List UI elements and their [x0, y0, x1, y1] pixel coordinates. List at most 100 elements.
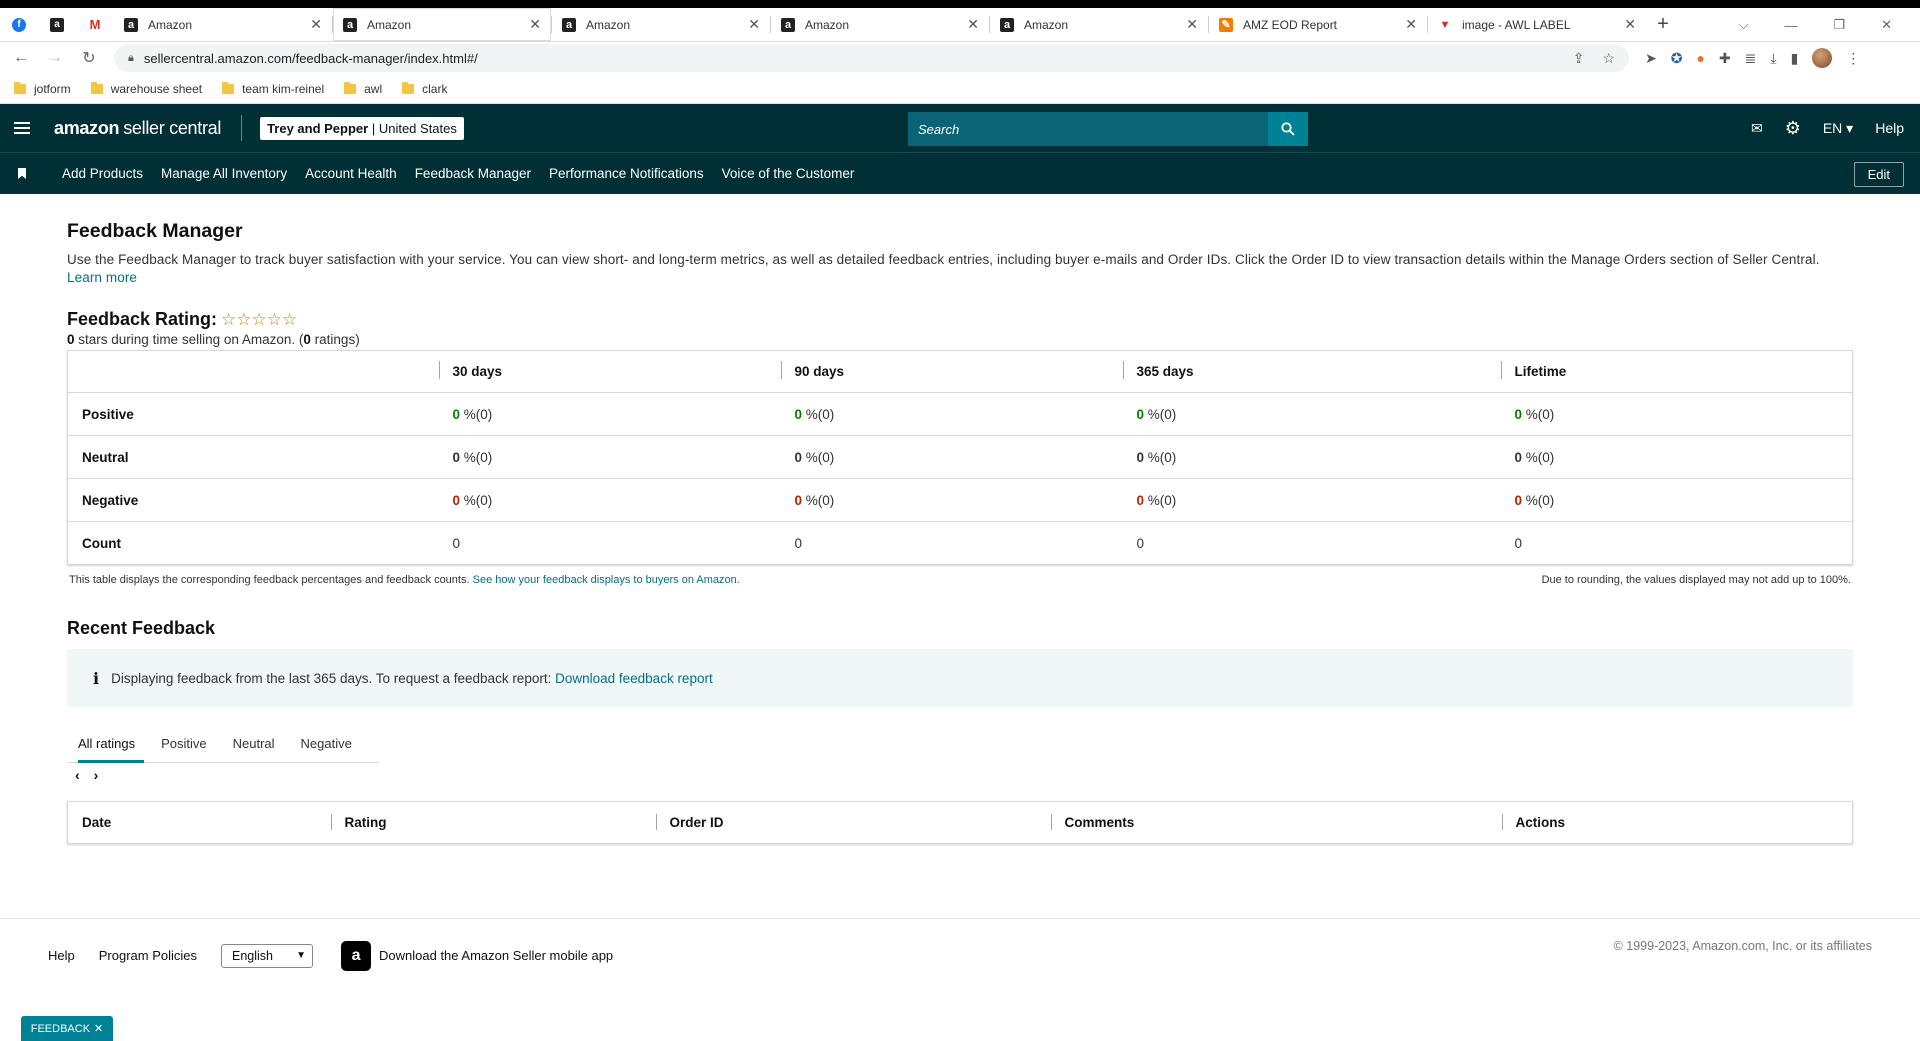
close-tab-icon[interactable]: ✕ — [310, 16, 322, 33]
restore-icon[interactable]: ❐ — [1833, 17, 1845, 33]
lock-icon: 🔒︎ — [128, 51, 134, 64]
program-policies-link[interactable]: Program Policies — [99, 948, 197, 963]
column-header-actions[interactable]: Actions — [1501, 802, 1853, 844]
search-button[interactable] — [1268, 112, 1308, 146]
download-icon[interactable]: ⤓ — [1770, 50, 1776, 67]
footer-help-link[interactable]: Help — [48, 948, 75, 963]
count-value: %(0) — [805, 406, 835, 422]
close-tab-icon[interactable]: ✕ — [1186, 16, 1198, 33]
tab-search-icon[interactable]: ⌵ — [1739, 17, 1749, 33]
share-icon[interactable]: ⇪ — [1573, 50, 1585, 67]
search-input[interactable] — [908, 112, 1268, 146]
puzzle-icon[interactable]: ✚ — [1719, 50, 1731, 67]
table-cell: 0 %(0) — [780, 478, 1123, 522]
nav-link[interactable]: Manage All Inventory — [161, 166, 287, 181]
browser-tab[interactable]: a Amazon ✕ — [333, 8, 551, 41]
count-value: %(0) — [1525, 492, 1555, 508]
download-app-link[interactable]: a Download the Amazon Seller mobile app — [341, 940, 613, 971]
bookmark-icon[interactable] — [18, 168, 26, 179]
bookmark-star-icon[interactable]: ☆ — [1602, 50, 1615, 67]
column-header-date[interactable]: Date — [68, 802, 331, 844]
menu-dots-icon[interactable]: ⋮ — [1846, 50, 1860, 67]
bookmark-item[interactable]: awl — [344, 81, 382, 96]
learn-more-link[interactable]: Learn more — [67, 270, 137, 285]
close-tab-icon[interactable]: ✕ — [967, 16, 979, 33]
extension-arrow-icon[interactable]: ➤ — [1645, 50, 1657, 67]
tab-neutral[interactable]: Neutral — [222, 725, 286, 762]
new-tab-button[interactable]: + — [1646, 8, 1680, 41]
seller-central-logo[interactable]: amazon seller central — [54, 118, 221, 139]
browser-tab[interactable]: a Amazon ✕ — [552, 8, 770, 41]
bookmark-item[interactable]: clark — [402, 81, 448, 96]
reading-list-icon[interactable]: ≣ — [1745, 50, 1757, 67]
column-header-rating[interactable]: Rating — [330, 802, 656, 844]
header-right: ✉ ⚙ EN ▾ Help — [1751, 104, 1904, 152]
gmail-icon: M — [89, 17, 101, 32]
store-switcher[interactable]: Trey and Pepper | United States — [260, 116, 464, 140]
pinned-tab-gmail[interactable]: M — [76, 8, 114, 41]
bookmark-item[interactable]: warehouse sheet — [90, 81, 202, 96]
hamburger-menu-icon[interactable] — [14, 122, 30, 134]
back-icon[interactable]: ← — [12, 49, 30, 67]
pinned-tab-facebook[interactable]: f — [0, 8, 38, 41]
language-selector[interactable]: EN ▾ — [1823, 120, 1853, 137]
close-tab-icon[interactable]: ✕ — [1624, 16, 1636, 33]
footer-language-select[interactable]: English ▼ — [221, 943, 314, 968]
pinned-tab-amazon[interactable]: a — [38, 8, 76, 41]
nav-link[interactable]: Account Health — [305, 166, 397, 181]
help-link[interactable]: Help — [1875, 120, 1904, 136]
forward-icon[interactable]: → — [46, 49, 64, 67]
browser-tab-title: AMZ EOD Report — [1243, 17, 1338, 32]
count-value: %(0) — [1147, 449, 1177, 465]
extension-orange-icon[interactable]: ● — [1696, 50, 1704, 66]
gear-icon[interactable]: ⚙ — [1785, 118, 1801, 139]
intro-text: Use the Feedback Manager to track buyer … — [67, 251, 1853, 287]
download-feedback-report-link[interactable]: Download feedback report — [555, 671, 713, 686]
count-value: %(0) — [463, 406, 493, 422]
table-row: Negative 0 %(0) 0 %(0) 0 %(0) 0 %(0) — [67, 478, 1853, 522]
browser-tab[interactable]: ✎ AMZ EOD Report ✕ — [1209, 8, 1427, 41]
tab-positive[interactable]: Positive — [150, 725, 218, 762]
browser-tab[interactable]: a Amazon ✕ — [114, 8, 332, 41]
chevron-right-icon[interactable]: › — [94, 767, 99, 783]
feedback-display-link[interactable]: See how your feedback displays to buyers… — [473, 574, 740, 586]
nav-link[interactable]: Add Products — [62, 166, 143, 181]
intro-body: Use the Feedback Manager to track buyer … — [67, 252, 1820, 267]
stars-value: 0 — [67, 332, 75, 347]
feedback-tab[interactable]: FEEDBACK ✕ — [21, 1016, 113, 1041]
edit-nav-button[interactable]: Edit — [1853, 162, 1904, 187]
mail-icon[interactable]: ✉ — [1751, 120, 1763, 137]
profile-avatar[interactable] — [1812, 48, 1833, 68]
footer: Help Program Policies English ▼ a Downlo… — [0, 918, 1920, 992]
nav-link[interactable]: Performance Notifications — [549, 166, 704, 181]
tab-all-ratings[interactable]: All ratings — [67, 725, 146, 763]
table-cell: 0 — [794, 535, 803, 551]
pager: ‹ › — [67, 767, 1853, 783]
nav-link[interactable]: Voice of the Customer — [722, 166, 855, 181]
table-cell: 0 %(0) — [438, 478, 781, 522]
bookmark-item[interactable]: team kim-reinel — [222, 81, 324, 96]
nav-link[interactable]: Feedback Manager — [415, 166, 531, 181]
bookmark-item[interactable]: jotform — [14, 81, 71, 96]
column-header-comments[interactable]: Comments — [1050, 802, 1502, 844]
browser-tab[interactable]: ▼ image - AWL LABEL ✕ — [1428, 8, 1646, 41]
table-row: Count 0 0 0 0 — [68, 522, 1853, 565]
browser-tab[interactable]: a Amazon ✕ — [990, 8, 1208, 41]
close-tab-icon[interactable]: ✕ — [529, 16, 541, 33]
close-tab-icon[interactable]: ✕ — [1405, 16, 1417, 33]
column-header-order-id[interactable]: Order ID — [655, 802, 1051, 844]
tab-negative[interactable]: Negative — [290, 725, 363, 762]
browser-tab[interactable]: a Amazon ✕ — [771, 8, 989, 41]
extension-globe-icon[interactable]: ✪ — [1671, 50, 1683, 67]
minimize-icon[interactable]: — — [1784, 18, 1797, 33]
side-panel-icon[interactable]: ▮ — [1791, 50, 1799, 67]
footer-language-value: English — [232, 948, 274, 963]
url-field[interactable]: 🔒︎ sellercentral.amazon.com/feedback-man… — [114, 44, 1629, 72]
chevron-left-icon[interactable]: ‹ — [75, 767, 80, 783]
bookmark-label: clark — [422, 81, 448, 96]
close-window-icon[interactable]: ✕ — [1881, 17, 1892, 33]
table-note: This table displays the corresponding fe… — [67, 574, 1853, 586]
close-tab-icon[interactable]: ✕ — [748, 16, 760, 33]
reload-icon[interactable]: ↻ — [80, 48, 98, 68]
close-icon[interactable]: ✕ — [94, 1022, 103, 1035]
